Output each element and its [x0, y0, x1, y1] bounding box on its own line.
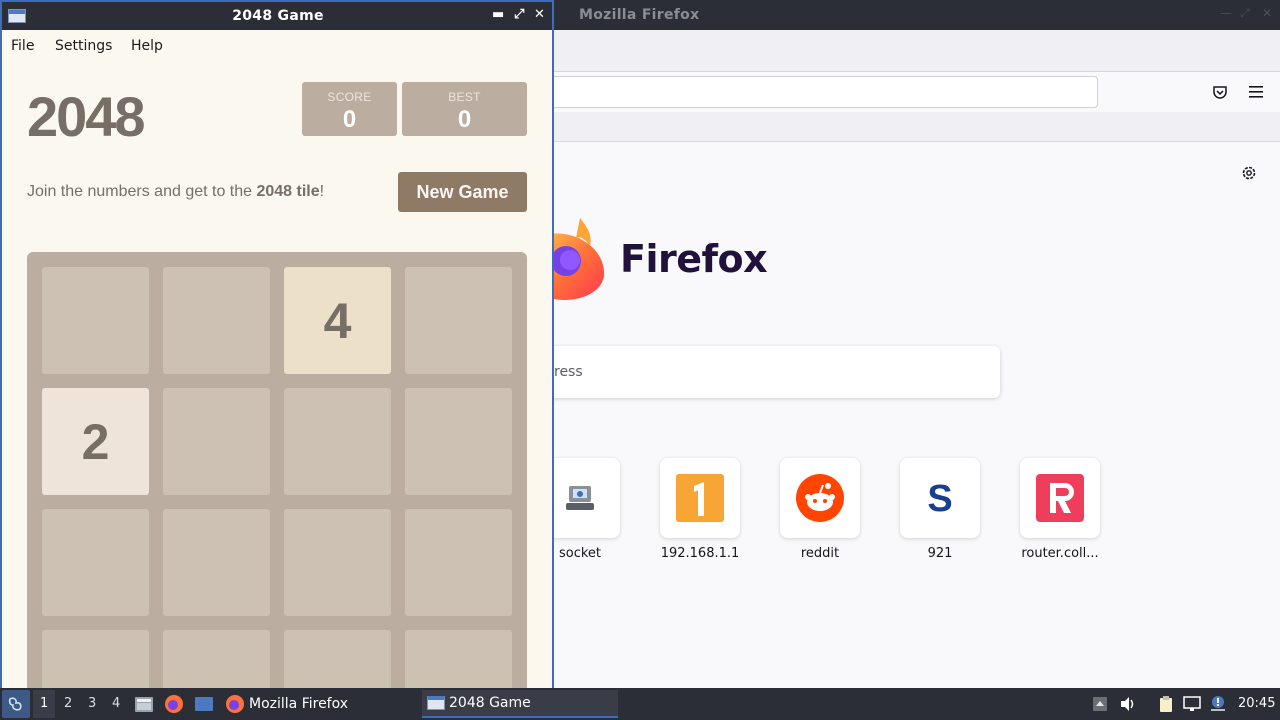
empty-cell [163, 630, 270, 688]
hamburger-menu-icon[interactable] [1246, 82, 1266, 102]
minimize-icon[interactable]: ▬ [492, 7, 504, 22]
firefox-wordmark: Firefox [620, 237, 768, 281]
best-score-box: BEST 0 [402, 82, 527, 136]
best-value: 0 [457, 106, 472, 133]
r-favicon [1020, 458, 1100, 538]
volume-icon[interactable] [1118, 694, 1138, 714]
game-titlebar[interactable]: 2048 Game ▬ ⤢ ✕ [2, 2, 552, 30]
intro-bold: 2048 tile [256, 183, 320, 200]
firefox-icon [226, 695, 244, 713]
top-site-label: router.coll... [1021, 546, 1099, 561]
top-site-reddit[interactable]: reddit [780, 458, 860, 561]
s-favicon: S [900, 458, 980, 538]
empty-cell [42, 630, 149, 688]
empty-cell [284, 509, 391, 616]
empty-cell [284, 388, 391, 495]
game-intro-text: Join the numbers and get to the 2048 til… [27, 183, 324, 201]
workspace-1[interactable]: 1 [40, 696, 48, 711]
top-site-router[interactable]: router.coll... [1020, 458, 1100, 561]
clock: 20:45 [1238, 696, 1276, 711]
start-menu-button[interactable] [2, 690, 30, 718]
empty-cell [42, 509, 149, 616]
menu-file[interactable]: File [11, 38, 34, 54]
minimize-icon[interactable]: — [1220, 6, 1232, 20]
task-2048-game[interactable]: 2048 Game [422, 690, 618, 718]
score-box: SCORE 0 [302, 82, 397, 136]
best-label: BEST [448, 90, 481, 104]
tile-4: 4 [284, 267, 391, 374]
notification-icon[interactable] [1208, 694, 1228, 714]
pocket-icon[interactable] [1210, 82, 1230, 102]
top-site-192-168-1-1[interactable]: 192.168.1.1 [660, 458, 740, 561]
url-bar[interactable] [540, 76, 1098, 108]
score-value: 0 [342, 106, 357, 133]
top-site-921[interactable]: S 921 [900, 458, 980, 561]
game-window-title: 2048 Game [232, 8, 324, 24]
workspace-3[interactable]: 3 [88, 696, 96, 711]
intro-suffix: ! [319, 183, 325, 200]
empty-cell [405, 630, 512, 688]
window-icon [427, 696, 445, 710]
intro-prefix: Join the numbers and get to the [27, 183, 257, 200]
taskbar: 1 2 3 4 Mozilla Firefox 2048 Game 20:45 [0, 688, 1280, 720]
menu-settings[interactable]: Settings [55, 38, 112, 54]
top-site-label: 921 [927, 546, 953, 561]
maximize-icon[interactable]: ⤢ [514, 7, 524, 22]
firefox-icon[interactable] [163, 693, 185, 715]
tile-2: 2 [42, 388, 149, 495]
reddit-favicon [780, 458, 860, 538]
tray-expand-icon[interactable] [1090, 694, 1110, 714]
close-icon[interactable]: ✕ [534, 7, 545, 22]
empty-cell [284, 630, 391, 688]
task-label: Mozilla Firefox [249, 696, 349, 712]
desktop-icon[interactable] [193, 693, 215, 715]
close-icon[interactable]: ✕ [1262, 6, 1272, 20]
empty-cell [405, 509, 512, 616]
game-board[interactable]: 42 [27, 252, 527, 688]
empty-cell [42, 267, 149, 374]
menu-bar: File Settings Help [2, 30, 552, 62]
empty-cell [405, 388, 512, 495]
clipboard-icon[interactable] [1156, 694, 1176, 714]
file-manager-icon[interactable] [133, 693, 155, 715]
search-box[interactable]: ress [540, 346, 1000, 398]
task-firefox[interactable]: Mozilla Firefox [222, 690, 418, 718]
search-placeholder: ress [554, 364, 583, 380]
new-game-button[interactable]: New Game [398, 172, 527, 212]
workspace-2[interactable]: 2 [64, 696, 72, 711]
top-site-label: reddit [800, 546, 840, 561]
game-window: 2048 Game ▬ ⤢ ✕ File Settings Help 2048 … [0, 0, 554, 688]
task-label: 2048 Game [449, 695, 531, 711]
maximize-icon[interactable]: ⤢ [1240, 6, 1250, 21]
top-site-label: 192.168.1.1 [660, 546, 740, 561]
workspace-4[interactable]: 4 [112, 696, 120, 711]
score-label: SCORE [327, 90, 372, 104]
empty-cell [405, 267, 512, 374]
menu-help[interactable]: Help [131, 38, 163, 54]
empty-cell [163, 388, 270, 495]
firefox-window-title: Mozilla Firefox [579, 7, 700, 23]
number-one-favicon [660, 458, 740, 538]
gear-icon[interactable] [1238, 162, 1260, 184]
empty-cell [163, 509, 270, 616]
game-heading: 2048 [27, 85, 146, 148]
empty-cell [163, 267, 270, 374]
svg-text:S: S [927, 478, 952, 518]
network-icon[interactable] [1182, 694, 1202, 714]
